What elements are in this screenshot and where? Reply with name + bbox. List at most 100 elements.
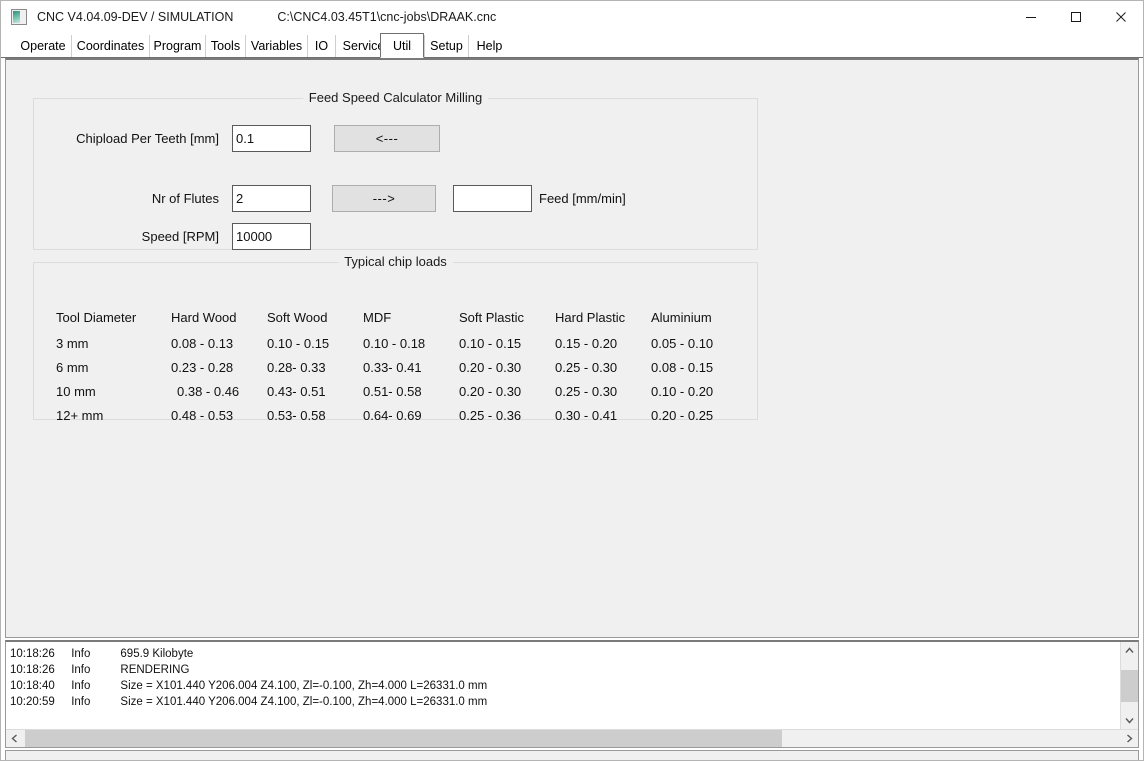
typical-chiploads-title: Typical chip loads	[338, 254, 453, 269]
tab-coordinates[interactable]: Coordinates	[71, 35, 149, 57]
chevron-right-icon	[1127, 734, 1133, 743]
flutes-input[interactable]	[232, 185, 311, 212]
cell-tool-diameter: 6 mm	[56, 359, 89, 375]
calculate-chipload-button[interactable]: <---	[334, 125, 440, 152]
cell-tool-diameter: 3 mm	[56, 335, 89, 351]
cell-mdf: 0.33- 0.41	[363, 359, 422, 375]
chipload-input[interactable]	[232, 125, 311, 152]
log-horizontal-scrollbar[interactable]	[6, 729, 1138, 747]
log-time: 10:18:26	[10, 664, 55, 676]
log-entry: 10:18:40 Info Size = X101.440 Y206.004 Z…	[10, 678, 1120, 694]
log-level: Info	[71, 680, 91, 692]
cell-aluminium: 0.10 - 0.20	[651, 383, 714, 399]
chevron-up-icon	[1125, 647, 1134, 653]
tab-operate[interactable]: Operate	[15, 35, 71, 57]
log-message: Size = X101.440 Y206.004 Z4.100, Zl=-0.1…	[120, 696, 488, 708]
table-row: 12+ mm 0.48 - 0.53 0.53- 0.58 0.64- 0.69…	[56, 403, 747, 427]
chevron-down-icon	[1125, 718, 1134, 724]
maximize-button[interactable]	[1053, 1, 1098, 33]
scroll-up-button[interactable]	[1121, 642, 1138, 659]
loaded-file-path: C:\CNC4.03.45T1\cnc-jobs\DRAAK.cnc	[277, 10, 497, 24]
cell-mdf: 0.64- 0.69	[363, 407, 422, 423]
table-row: 3 mm 0.08 - 0.13 0.10 - 0.15 0.10 - 0.18…	[56, 331, 747, 355]
cell-tool-diameter: 12+ mm	[56, 407, 104, 423]
col-header-tool-diameter: Tool Diameter	[56, 309, 137, 325]
cell-soft-wood: 0.10 - 0.15	[267, 335, 330, 351]
col-header-soft-plastic: Soft Plastic	[459, 309, 525, 325]
log-time: 10:20:59	[10, 696, 55, 708]
close-icon	[1115, 12, 1126, 22]
chipload-label: Chipload Per Teeth [mm]	[76, 131, 219, 146]
col-header-hard-plastic: Hard Plastic	[555, 309, 626, 325]
col-header-soft-wood: Soft Wood	[267, 309, 328, 325]
flutes-label: Nr of Flutes	[151, 191, 219, 206]
tab-io[interactable]: IO	[307, 35, 335, 57]
log-entry: 10:20:59 Info Size = X101.440 Y206.004 Z…	[10, 694, 1120, 710]
calculate-feed-button[interactable]: --->	[332, 185, 436, 212]
tab-util[interactable]: Util	[380, 33, 424, 58]
minimize-icon	[1025, 17, 1036, 18]
table-row: 10 mm 0.38 - 0.46 0.43- 0.51 0.51- 0.58 …	[56, 379, 747, 403]
cell-tool-diameter: 10 mm	[56, 383, 96, 399]
cell-mdf: 0.51- 0.58	[363, 383, 422, 399]
log-message: Size = X101.440 Y206.004 Z4.100, Zl=-0.1…	[120, 680, 488, 692]
cell-aluminium: 0.20 - 0.25	[651, 407, 714, 423]
cell-soft-wood: 0.53- 0.58	[267, 407, 326, 423]
title-bar: CNC V4.04.09-DEV / SIMULATION C:\CNC4.03…	[1, 1, 1143, 33]
tab-help[interactable]: Help	[468, 35, 510, 57]
log-scroll-thumb[interactable]	[1121, 670, 1138, 702]
tab-tools[interactable]: Tools	[205, 35, 245, 57]
tab-variables[interactable]: Variables	[245, 35, 307, 57]
chiploads-table: Tool Diameter Hard Wood Soft Wood MDF So…	[56, 305, 747, 427]
speed-input[interactable]	[232, 223, 311, 250]
app-icon	[11, 9, 27, 25]
log-level: Info	[71, 664, 91, 676]
feed-output-input[interactable]	[453, 185, 532, 212]
cell-soft-plastic: 0.10 - 0.15	[459, 335, 522, 351]
cell-aluminium: 0.05 - 0.10	[651, 335, 714, 351]
status-bar-clipped	[5, 750, 1139, 760]
cell-soft-wood: 0.28- 0.33	[267, 359, 326, 375]
log-entry: 10:18:26 Info RENDERING	[10, 662, 1120, 678]
log-lines: 10:18:26 Info 695.9 Kilobyte 10:18:26 In…	[6, 642, 1120, 729]
scroll-left-button[interactable]	[6, 730, 23, 747]
cell-aluminium: 0.08 - 0.15	[651, 359, 714, 375]
util-page-content: Feed Speed Calculator Milling Chipload P…	[5, 58, 1139, 638]
tab-program[interactable]: Program	[149, 35, 205, 57]
log-message: 695.9 Kilobyte	[120, 648, 194, 660]
minimize-button[interactable]	[1008, 1, 1053, 33]
tab-setup[interactable]: Setup	[424, 35, 468, 57]
cell-soft-wood: 0.43- 0.51	[267, 383, 326, 399]
feed-speed-calculator-title: Feed Speed Calculator Milling	[302, 90, 489, 105]
cell-mdf: 0.10 - 0.18	[363, 335, 426, 351]
close-button[interactable]	[1098, 1, 1143, 33]
cell-hard-wood: 0.23 - 0.28	[171, 359, 234, 375]
window-title: CNC V4.04.09-DEV / SIMULATION	[37, 10, 234, 24]
log-panel: 10:18:26 Info 695.9 Kilobyte 10:18:26 In…	[5, 640, 1139, 748]
log-time: 10:18:40	[10, 680, 55, 692]
cell-soft-plastic: 0.20 - 0.30	[459, 359, 522, 375]
cell-hard-plastic: 0.25 - 0.30	[555, 359, 618, 375]
log-entry: 10:18:26 Info 695.9 Kilobyte	[10, 646, 1120, 662]
cell-hard-plastic: 0.15 - 0.20	[555, 335, 618, 351]
cell-hard-wood: 0.48 - 0.53	[171, 407, 234, 423]
log-time: 10:18:26	[10, 648, 55, 660]
table-row: 6 mm 0.23 - 0.28 0.28- 0.33 0.33- 0.41 0…	[56, 355, 747, 379]
log-level: Info	[71, 696, 91, 708]
cell-soft-plastic: 0.20 - 0.30	[459, 383, 522, 399]
log-vertical-scrollbar[interactable]	[1120, 642, 1138, 729]
h-scroll-thumb[interactable]	[25, 730, 782, 747]
speed-label: Speed [RPM]	[141, 229, 219, 244]
log-message: RENDERING	[120, 664, 190, 676]
feed-speed-calculator-group: Feed Speed Calculator Milling Chipload P…	[33, 90, 758, 250]
col-header-hard-wood: Hard Wood	[171, 309, 237, 325]
log-level: Info	[71, 648, 91, 660]
chevron-left-icon	[11, 734, 17, 743]
cell-hard-wood: 0.08 - 0.13	[171, 335, 234, 351]
col-header-mdf: MDF	[363, 309, 392, 325]
table-header-row: Tool Diameter Hard Wood Soft Wood MDF So…	[56, 305, 747, 331]
scroll-down-button[interactable]	[1121, 712, 1138, 729]
col-header-aluminium: Aluminium	[651, 309, 712, 325]
h-scroll-track[interactable]	[23, 730, 1121, 747]
scroll-right-button[interactable]	[1121, 730, 1138, 747]
